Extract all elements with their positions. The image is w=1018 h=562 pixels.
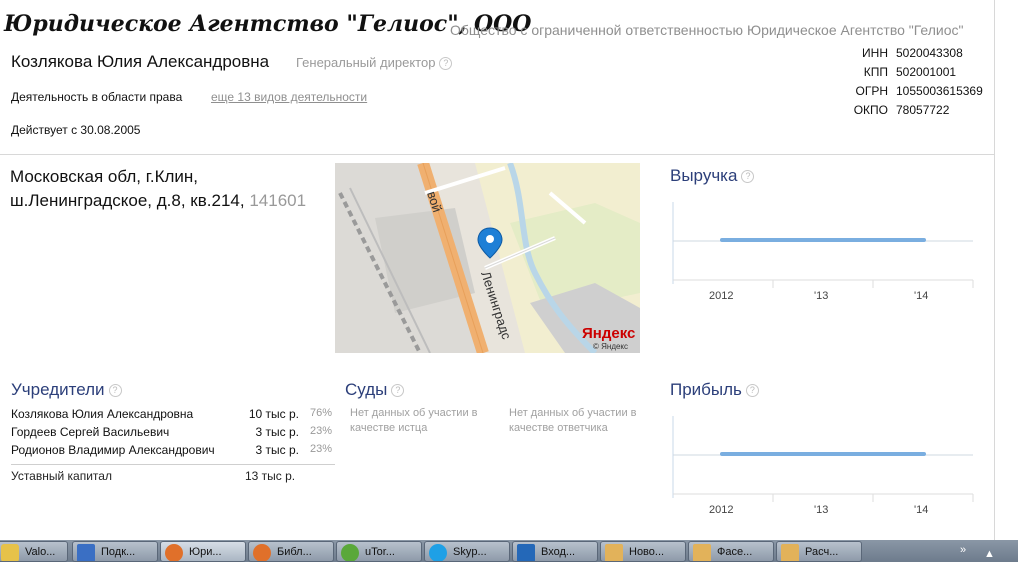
revenue-tick-label: 2012 [709,290,734,302]
company-full-name: Общество с ограниченной ответственностью… [450,22,964,38]
profit-chart [672,416,974,502]
founder-amount: 3 тыс р. [255,443,299,457]
profit-title: Прибыль? [670,380,759,400]
yandex-logo: Яндекс [582,325,635,342]
revenue-title-label: Выручка [670,166,738,185]
founders-list: Козлякова Юлия Александровна 10 тыс р. 7… [11,407,335,461]
map-copyright: © Яндекс [593,342,628,351]
founder-share: 23% [309,425,332,437]
code-value: 78057722 [896,103,950,117]
founders-title-label: Учредители [11,380,105,399]
envelope-icon [693,544,711,561]
taskbar-item-label: Skyp... [453,546,487,558]
taskbar-item-label: Подк... [101,546,136,558]
code-value: 1055003615369 [896,84,983,98]
taskbar-item-label: Вход... [541,546,576,558]
address-line-2: ш.Ленинградское, д.8, кв.214, [10,191,245,210]
courts-title-label: Суды [345,380,388,399]
taskbar-item[interactable]: Юри... [160,541,246,562]
code-key: ОГРН [855,84,888,98]
founder-name: Родионов Владимир Александрович [11,443,215,457]
taskbar-item-label: Библ... [277,546,312,558]
company-address: Московская обл, г.Клин, ш.Ленинградское,… [10,165,330,213]
founder-amount: 10 тыс р. [248,407,299,421]
page-right-border [994,0,995,540]
profit-title-label: Прибыль [670,380,742,399]
active-since: Действует с 30.08.2005 [11,123,141,137]
director-role-label: Генеральный директор [296,55,436,70]
taskbar-item-label: Ново... [629,546,665,558]
firefox-icon [253,544,271,561]
founder-name: Гордеев Сергей Васильевич [11,425,170,439]
courts-defendant-note: Нет данных об участии в качестве ответчи… [509,407,637,434]
help-icon[interactable]: ? [741,170,755,184]
help-icon[interactable]: ? [745,384,759,398]
main-activity: Деятельность в области права [11,90,183,104]
founder-row[interactable]: Родионов Владимир Александрович 3 тыс р.… [11,443,335,461]
skype-icon [429,544,447,561]
profit-tick-label: '14 [914,504,929,516]
help-icon[interactable]: ? [439,57,453,71]
map-canvas: вой Ленинградс Яндекс © Яндекс [335,163,640,353]
founder-amount: 3 тыс р. [255,425,299,439]
founder-row[interactable]: Козлякова Юлия Александровна 10 тыс р. 7… [11,407,335,425]
taskbar-item[interactable]: Подк... [72,541,158,562]
location-map[interactable]: вой Ленинградс Яндекс © Яндекс [335,163,640,353]
taskbar-item[interactable]: uTor... [336,541,422,562]
code-key: ОКПО [853,103,888,117]
code-key: ИНН [862,46,888,60]
founder-row[interactable]: Гордеев Сергей Васильевич 3 тыс р. 23% [11,425,335,443]
revenue-tick-label: '13 [814,290,829,302]
taskbar-item-label: uTor... [365,546,395,558]
envelope-icon [605,544,623,561]
director-role: Генеральный директор? [296,55,453,71]
folder-icon [1,544,19,561]
founders-title: Учредители? [11,380,122,400]
revenue-chart [672,202,974,288]
address-line-1: Московская обл, г.Клин, [10,167,198,186]
help-icon[interactable]: ? [391,384,405,398]
envelope-icon [781,544,799,561]
address-zip: 141601 [249,191,307,210]
code-value: 5020043308 [896,46,963,60]
profit-tick-label: 2012 [709,504,734,516]
utorrent-icon [341,544,359,561]
courts-title: Суды? [345,380,405,400]
code-value: 502001001 [896,65,957,79]
profit-tick-label: '13 [814,504,829,516]
courts-plaintiff-note: Нет данных об участии в качестве истца [350,407,478,434]
taskbar-item-label: Юри... [189,546,222,558]
company-card-page: Юридическое Агентство "Гелиос", ООО Обще… [0,0,1018,562]
capital-label: Уставный капитал [11,469,112,483]
director-name[interactable]: Козлякова Юлия Александровна [11,52,269,72]
taskbar-item-label: Valo... [25,546,56,558]
revenue-title: Выручка? [670,166,755,186]
taskbar-item[interactable]: Вход... [512,541,598,562]
taskbar-item[interactable]: Skyp... [424,541,510,562]
taskbar-item-label: Расч... [805,546,839,558]
help-icon[interactable]: ? [108,384,122,398]
more-activities-link[interactable]: еще 13 видов деятельности [211,90,367,104]
network-icon [77,544,95,561]
taskbar-item[interactable]: Фасе... [688,541,774,562]
taskbar-item[interactable]: Ново... [600,541,686,562]
taskbar-item[interactable]: Valo... [0,541,68,562]
section-divider [0,154,994,155]
taskbar-item[interactable]: Расч... [776,541,862,562]
capital-value: 13 тыс р. [245,469,296,483]
outlook-icon [517,544,535,561]
tray-arrow-icon[interactable]: ▲ [984,548,995,560]
revenue-tick-label: '14 [914,290,929,302]
founder-share: 23% [309,443,332,455]
code-key: КПП [863,65,888,79]
firefox-icon [165,544,183,561]
founders-separator [11,464,335,465]
founder-name: Козлякова Юлия Александровна [11,407,194,421]
founder-share: 76% [309,407,332,419]
taskbar-item[interactable]: Библ... [248,541,334,562]
tray-overflow-chevron-icon[interactable]: » [960,544,966,556]
taskbar-item-label: Фасе... [717,546,753,558]
